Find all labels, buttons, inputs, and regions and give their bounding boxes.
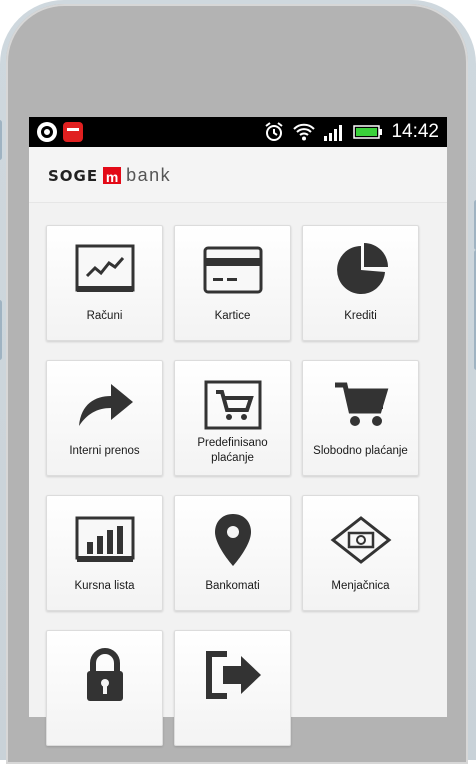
wifi-icon	[293, 122, 316, 142]
menu-tile-krediti[interactable]: Krediti	[302, 225, 419, 341]
menu-grid: Računi Kartice Krediti Interni prenos Pr…	[46, 225, 419, 746]
menu-tile-label	[177, 703, 288, 739]
menu-tile-label: Krediti	[344, 309, 377, 322]
lock-icon	[47, 645, 162, 705]
menu-tile-racuni[interactable]: Računi	[46, 225, 163, 341]
card-icon	[175, 240, 290, 300]
menu-tile-lock[interactable]	[46, 630, 163, 746]
side-button	[0, 120, 2, 160]
menu-tile-label: Menjačnica	[331, 579, 390, 592]
logo-prefix: SOGE	[48, 166, 99, 185]
clock: 14:42	[391, 121, 439, 142]
menu-tile-slobodno-placanje[interactable]: Slobodno plaćanje	[302, 360, 419, 476]
red-app-icon	[63, 122, 83, 142]
menu-tile-menjacnica[interactable]: Menjačnica	[302, 495, 419, 611]
logo-m: m	[103, 167, 122, 184]
menu-tile-label: Kartice	[214, 309, 251, 322]
signal-icon	[323, 122, 345, 142]
chart-line-icon	[47, 240, 162, 300]
logout-icon	[175, 645, 290, 705]
logo-suffix: bank	[126, 165, 172, 185]
menu-tile-predefinisano-placanje[interactable]: Predefinisano plaćanje	[174, 360, 291, 476]
app-header: SOGE m bank	[29, 147, 447, 203]
exchange-icon	[303, 510, 418, 570]
menu-tile-label: Računi	[86, 309, 123, 322]
menu-tile-kursna-lista[interactable]: Kursna lista	[46, 495, 163, 611]
menu-tile-kartice[interactable]: Kartice	[174, 225, 291, 341]
pie-chart-icon	[303, 240, 418, 300]
app-circle-icon	[37, 122, 57, 142]
menu-tile-label: Slobodno plaćanje	[313, 444, 408, 457]
status-bar: 14:42	[29, 117, 447, 147]
menu-tile-label: Interni prenos	[69, 444, 140, 457]
battery-icon	[353, 122, 383, 142]
bar-chart-icon	[47, 510, 162, 570]
menu-tile-bankomati[interactable]: Bankomati	[174, 495, 291, 611]
cart-icon	[303, 375, 418, 435]
bank-logo: SOGE m bank	[48, 165, 171, 186]
alarm-icon	[263, 122, 285, 142]
forward-arrow-icon	[47, 375, 162, 435]
status-left-icons	[37, 122, 83, 142]
location-pin-icon	[175, 510, 290, 570]
framed-cart-icon	[175, 375, 290, 435]
side-button	[0, 300, 2, 360]
menu-tile-label: Predefinisano plaćanje	[197, 437, 268, 464]
menu-tile-interni-prenos[interactable]: Interni prenos	[46, 360, 163, 476]
menu-tile-logout[interactable]	[174, 630, 291, 746]
menu-tile-label: Kursna lista	[74, 579, 135, 592]
menu-tile-label	[49, 703, 160, 739]
menu-tile-label: Bankomati	[205, 579, 260, 592]
status-right-icons: 14:42	[263, 121, 439, 143]
